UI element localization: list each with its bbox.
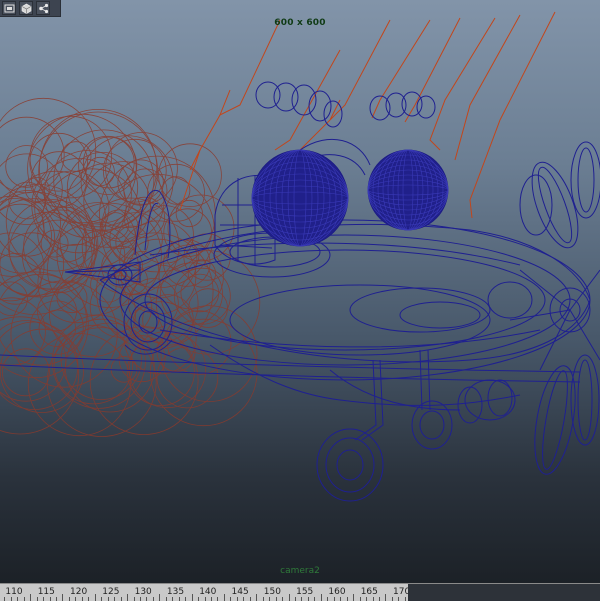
time-slider-tick: [301, 597, 303, 601]
time-slider-tick: [17, 597, 19, 601]
time-slider-tick: [327, 597, 329, 601]
time-slider-tick: [68, 597, 70, 601]
time-slider-tick: [4, 597, 6, 601]
graph-nodes-icon: [38, 3, 48, 13]
smoke-puff: [56, 282, 88, 314]
time-slider-tick-label: 145: [231, 587, 249, 597]
time-slider-tick: [314, 597, 316, 601]
isolate-select-button[interactable]: [36, 1, 50, 15]
smoke-puff: [156, 346, 219, 409]
time-slider-tick: [55, 597, 57, 601]
time-slider-tick: [101, 597, 103, 601]
camera-viewport[interactable]: 600 x 600 camera2: [0, 0, 600, 583]
time-slider-tick: [346, 597, 348, 601]
resolution-gate-label: 600 x 600: [274, 18, 326, 28]
time-slider-tick-label: 155: [296, 587, 314, 597]
time-slider-tick: [152, 597, 154, 601]
time-slider-tick: [391, 597, 393, 601]
smoke-puff: [175, 199, 203, 228]
time-slider-tick: [23, 597, 25, 601]
time-slider-tick: [211, 597, 213, 601]
time-slider-tick: [88, 597, 90, 601]
time-slider-tick: [185, 597, 187, 601]
smoke-puff: [0, 153, 63, 225]
camera-attributes-button[interactable]: [2, 1, 16, 15]
time-slider-tick: [198, 597, 200, 601]
time-slider-tick: [366, 597, 368, 601]
time-slider-tick: [36, 597, 38, 601]
time-slider-tick: [236, 597, 238, 601]
camera-name-label: camera2: [280, 566, 320, 576]
time-slider-tick-label: 150: [263, 587, 281, 597]
time-slider-tick: [75, 597, 77, 601]
time-slider-tick: [178, 597, 180, 601]
time-slider-tick: [133, 597, 135, 601]
time-slider-tick: [282, 597, 284, 601]
time-slider-tick: [107, 597, 109, 601]
smoke-puff: [161, 176, 191, 205]
time-slider-tick: [372, 597, 374, 601]
wireframe-scene[interactable]: [0, 0, 600, 583]
time-slider-tick: [243, 597, 245, 601]
time-slider-tick: [165, 597, 167, 601]
motion-path-lines: [179, 11, 556, 219]
right-eye-sphere: [367, 149, 449, 231]
time-slider-tick-label: 160: [328, 587, 346, 597]
time-slider-tick-label: 140: [199, 587, 217, 597]
smoke-puff: [173, 267, 231, 325]
time-slider-tick: [340, 597, 342, 601]
time-slider-tick-label: 120: [70, 587, 88, 597]
time-slider-tick: [146, 597, 148, 601]
time-slider-tick: [139, 597, 141, 601]
time-slider-tick: [114, 597, 116, 601]
smoke-cloud: [0, 97, 261, 438]
time-slider-tick: [10, 597, 12, 601]
time-slider-tick-label: 125: [102, 587, 120, 597]
time-slider[interactable]: 110 115 120 125 130 135 140 145 150 155 160 165 170: [0, 583, 600, 601]
time-slider-tick: [378, 597, 380, 601]
time-slider-tick-label: 135: [166, 587, 185, 597]
left-eye-sphere: [251, 149, 349, 247]
time-slider-tick: [359, 597, 361, 601]
smoke-puff: [187, 259, 216, 288]
time-slider-tick: [275, 597, 277, 601]
time-slider-tick: [120, 597, 122, 601]
cube-icon: [21, 3, 31, 14]
time-slider-tick: [81, 597, 83, 601]
time-slider-tick: [398, 597, 400, 601]
time-slider-tick-label: 110: [5, 587, 23, 597]
time-slider-tick: [172, 597, 174, 601]
time-slider-end-panel: [408, 584, 600, 601]
time-slider-tick-label: 165: [360, 587, 378, 597]
time-slider-tick-label: 130: [134, 587, 152, 597]
time-slider-tick: [307, 597, 309, 601]
time-slider-tick-label: 115: [37, 587, 55, 597]
time-slider-tick: [217, 597, 219, 601]
time-slider-tick: [295, 597, 296, 601]
time-slider-tick: [404, 597, 406, 601]
time-slider-tick: [269, 597, 271, 601]
time-slider-tick: [262, 597, 264, 601]
time-slider-tick: [43, 597, 45, 601]
viewport-toolbar: [0, 0, 61, 17]
time-slider-tick: [49, 597, 51, 601]
time-slider-tick: [204, 597, 206, 601]
camera-frame-icon: [4, 4, 14, 12]
time-slider-tick: [230, 597, 232, 601]
time-slider-tick: [249, 597, 251, 601]
time-slider-tick: [333, 597, 335, 601]
shaded-view-button[interactable]: [19, 1, 33, 15]
